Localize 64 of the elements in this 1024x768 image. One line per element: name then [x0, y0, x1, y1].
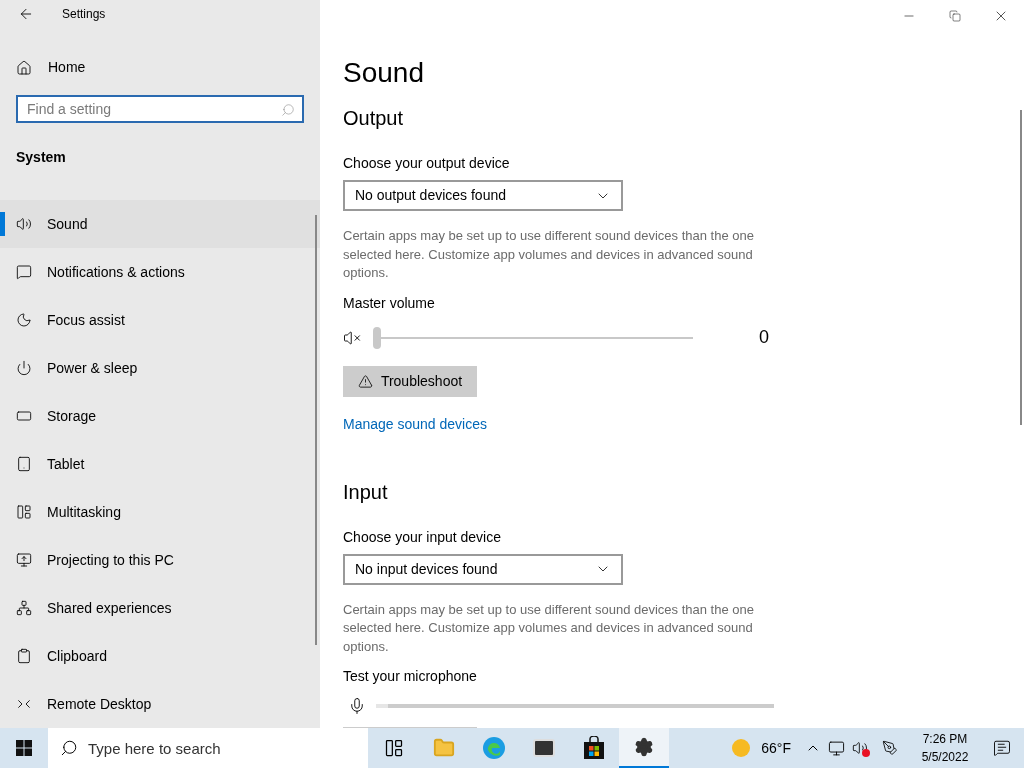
- volume-value: 0: [759, 326, 769, 349]
- sun-icon: [731, 738, 752, 758]
- date-text: 5/5/2022: [921, 749, 969, 766]
- power-icon: [16, 360, 32, 376]
- layout-icon: [16, 504, 32, 520]
- search-icon: [281, 103, 295, 118]
- field-label: Master volume: [343, 293, 436, 313]
- tablet-icon: [16, 456, 32, 472]
- swirl-icon: [482, 736, 506, 760]
- temperature-text: 66°F: [761, 738, 791, 758]
- sidebar-item[interactable]: Notifications & actions: [0, 248, 320, 296]
- home-icon: [16, 59, 32, 76]
- page-title: Sound: [343, 56, 425, 90]
- network-icon[interactable]: [828, 739, 845, 757]
- device-dropdown[interactable]: No output devices found: [343, 180, 623, 211]
- network-icon: [16, 600, 32, 616]
- warning-icon: [357, 373, 373, 389]
- sidebar-item[interactable]: Focus assist: [0, 296, 320, 344]
- section-heading: Input: [343, 479, 389, 505]
- time-text: 7:26 PM: [922, 731, 968, 748]
- muted-speaker-icon[interactable]: [852, 739, 870, 757]
- selection-indicator: [0, 212, 5, 236]
- microphone-icon: [348, 697, 366, 715]
- sidebar-item[interactable]: Remote Desktop: [0, 680, 320, 728]
- restore-icon: [949, 10, 961, 22]
- pen-icon[interactable]: [882, 740, 898, 756]
- slider-thumb[interactable]: [373, 326, 381, 349]
- speaker-icon: [16, 216, 32, 232]
- clipboard-icon: [16, 648, 32, 664]
- shopping-bag-icon: [583, 736, 605, 760]
- search-icon: [60, 739, 78, 757]
- field-label: Choose your input device: [343, 527, 502, 547]
- sidebar-item[interactable]: Tablet: [0, 440, 320, 488]
- sidebar-item[interactable]: Clipboard: [0, 632, 320, 680]
- notification-icon: [993, 739, 1011, 757]
- description-text: Certain apps may be set up to use different sound devices than the one selected here. Customize app volumes and devices in advanced sound options.: [343, 227, 755, 282]
- monitor-icon: [16, 552, 32, 568]
- sidebar-item[interactable]: Multitasking: [0, 488, 320, 536]
- field-label: Choose your output device: [343, 154, 511, 173]
- sidebar-item[interactable]: Power & sleep: [0, 344, 320, 392]
- section-heading: System: [16, 148, 67, 167]
- folder-icon: [433, 737, 455, 759]
- clock[interactable]: 7:26 PM 5/5/2022: [910, 730, 980, 766]
- device-dropdown[interactable]: No input devices found: [343, 553, 623, 585]
- home-link[interactable]: Home: [16, 52, 320, 84]
- moon-icon: [16, 312, 32, 328]
- description-text: Certain apps may be set up to use different sound devices than the one selected here. Customize app volumes and devices in advanced sound options.: [343, 600, 755, 656]
- windows-logo-icon: [16, 740, 32, 756]
- section-heading: Output: [343, 106, 405, 131]
- troubleshoot-button[interactable]: Troubleshoot: [343, 365, 477, 397]
- taskbar-button[interactable]: [619, 728, 669, 768]
- manage-devices-link[interactable]: Manage sound devices: [343, 413, 1024, 435]
- sidebar-item[interactable]: Sound: [0, 200, 320, 248]
- search-field[interactable]: Find a setting: [16, 95, 304, 123]
- sidebar-item[interactable]: Shared experiences: [0, 584, 320, 632]
- message-icon: [16, 264, 32, 280]
- sidebar-item[interactable]: Projecting to this PC: [0, 536, 320, 584]
- window-title: Settings: [62, 6, 106, 24]
- taskbar-search-field[interactable]: Type here to search: [48, 728, 368, 768]
- task-view-icon: [384, 738, 404, 758]
- sidebar-item[interactable]: Storage: [0, 392, 320, 440]
- settings-icon: [634, 737, 654, 757]
- drive-icon: [16, 408, 32, 424]
- field-label: Test your microphone: [343, 667, 478, 686]
